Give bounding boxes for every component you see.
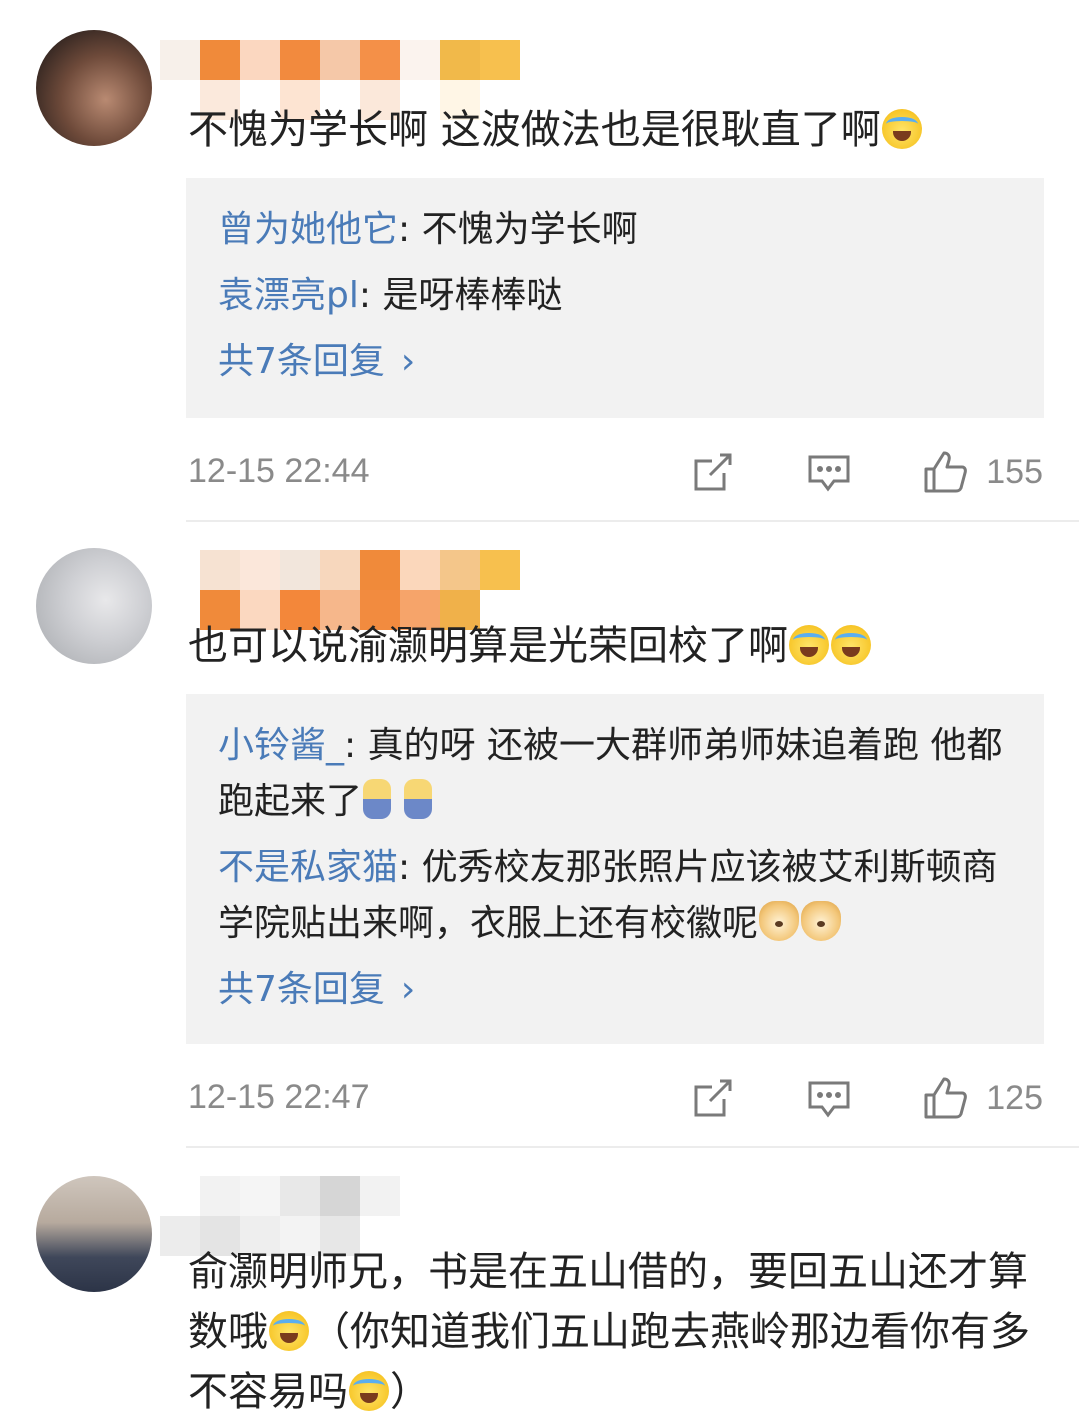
doge-emoji — [759, 901, 800, 941]
crying-laugh-emoji — [831, 625, 871, 665]
doge-emoji — [801, 901, 842, 941]
reply-item[interactable]: 不是私家猫: 优秀校友那张照片应该被艾利斯顿商学院贴出来啊，衣服上还有校徽呢 — [218, 840, 1012, 952]
share-button[interactable] — [690, 1075, 736, 1121]
avatar[interactable] — [36, 30, 152, 146]
crying-laugh-emoji — [881, 109, 922, 149]
kid-emoji — [363, 779, 392, 819]
share-button[interactable] — [690, 449, 736, 495]
reply-username[interactable]: 曾为她他它 — [218, 209, 398, 250]
reply-box[interactable]: 小铃酱_: 真的呀 还被一大群师弟师妹追着跑 他都跑起来了 不是私家猫: 优秀校… — [186, 694, 1044, 1044]
comment-text: 不愧为学长啊 这波做法也是很耿直了啊 — [188, 100, 1023, 160]
comment-button[interactable] — [806, 1075, 852, 1121]
comment-text: 俞灏明师兄，书是在五山借的，要回五山还才算数哦 （你知道我们五山跑去燕岭那边看你有… — [188, 1249, 1030, 1412]
timestamp: 12-15 22:47 — [188, 1078, 370, 1116]
like-icon — [924, 1077, 968, 1119]
like-count: 125 — [986, 1078, 1043, 1117]
share-icon — [694, 453, 732, 491]
reply-item[interactable]: 曾为她他它: 不愧为学长啊 — [218, 202, 1012, 258]
like-icon — [924, 451, 968, 493]
like-count: 155 — [986, 452, 1043, 491]
comment-text: 也可以说渝灏明算是光荣回校了啊 — [188, 616, 1023, 676]
like-button[interactable]: 125 — [922, 1075, 1043, 1121]
like-button[interactable]: 155 — [922, 449, 1043, 495]
avatar[interactable] — [36, 548, 152, 664]
comment-meta: 12-15 22:44 155 — [188, 444, 1043, 500]
kid-emoji — [404, 779, 433, 819]
crying-laugh-emoji — [789, 625, 829, 665]
view-more-replies-link[interactable]: 共7条回复 › — [218, 962, 1012, 1018]
share-icon — [694, 1079, 732, 1117]
divider — [186, 1146, 1079, 1148]
chevron-right-icon: › — [400, 341, 416, 382]
timestamp: 12-15 22:44 — [188, 452, 370, 490]
comment-icon — [808, 1081, 850, 1118]
reply-username[interactable]: 小铃酱_ — [218, 725, 344, 766]
crying-laugh-emoji — [349, 1371, 389, 1411]
comment-icon — [808, 455, 850, 492]
reply-username[interactable]: 袁漂亮pl — [218, 275, 359, 316]
reply-item[interactable]: 小铃酱_: 真的呀 还被一大群师弟师妹追着跑 他都跑起来了 — [218, 718, 1012, 830]
reply-item[interactable]: 袁漂亮pl: 是呀棒棒哒 — [218, 268, 1012, 324]
comment-button[interactable] — [806, 449, 852, 495]
view-more-replies-link[interactable]: 共7条回复 › — [218, 334, 1012, 390]
reply-username[interactable]: 不是私家猫 — [218, 847, 398, 888]
comment-meta: 12-15 22:47 125 — [188, 1070, 1043, 1126]
crying-laugh-emoji — [269, 1311, 309, 1351]
reply-box[interactable]: 曾为她他它: 不愧为学长啊 袁漂亮pl: 是呀棒棒哒 共7条回复 › — [186, 178, 1044, 418]
avatar[interactable] — [36, 1176, 152, 1292]
chevron-right-icon: › — [400, 969, 416, 1010]
divider — [186, 520, 1079, 522]
